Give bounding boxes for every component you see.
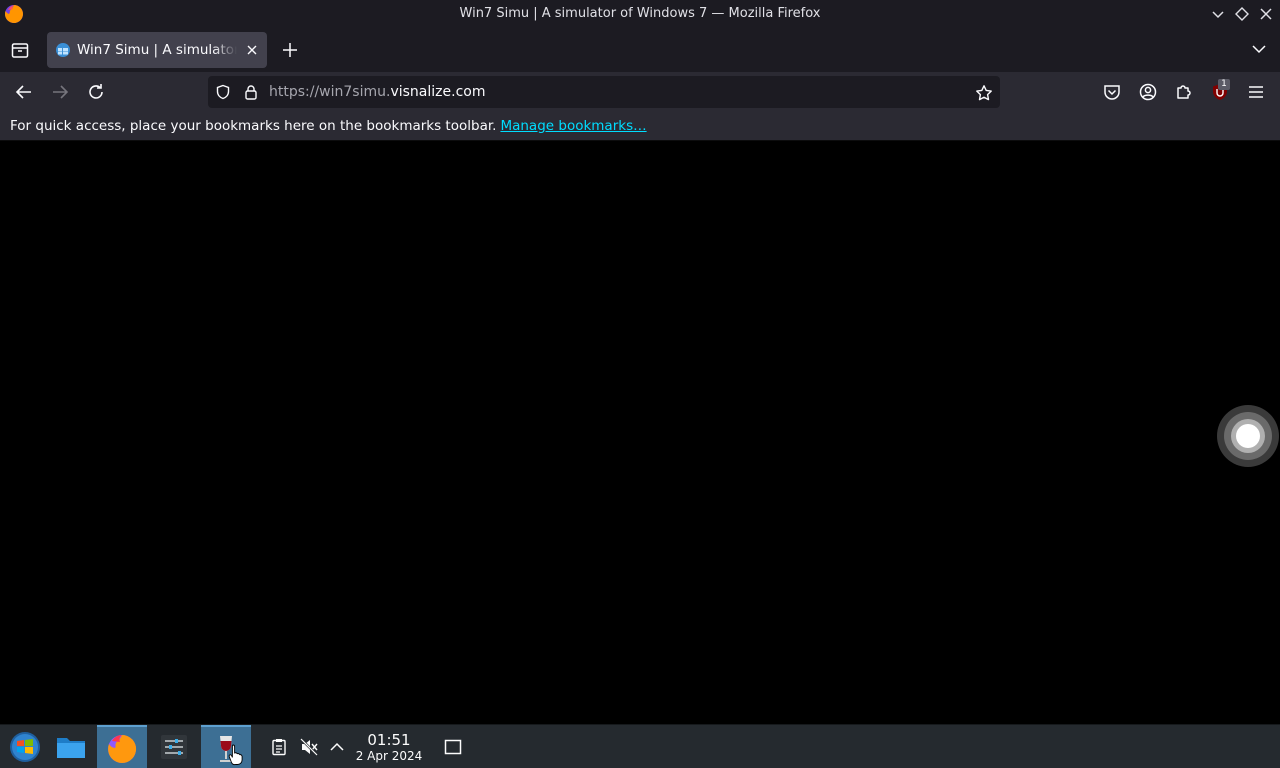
taskbar-file-manager[interactable] [46,725,96,768]
taskbar-firefox[interactable] [97,725,147,768]
account-icon[interactable] [1138,82,1158,102]
windows-orb-icon [10,732,40,762]
url-scheme-prefix: https://win7simu. [269,84,391,100]
loading-spinner-icon [1217,405,1279,467]
folder-icon [57,738,85,758]
address-bar[interactable]: https://win7simu.visnalize.com [208,76,1000,108]
navigation-toolbar: https://win7simu.visnalize.com [0,72,1280,112]
maximize-icon[interactable] [1233,5,1251,23]
tab-title: Win7 Simu | A simulator of Windows 7 [77,42,237,58]
list-all-tabs-icon[interactable] [1250,40,1268,58]
tab-win7simu[interactable]: Win7 Simu | A simulator of Windows 7 [47,32,267,68]
back-arrow-icon[interactable] [14,82,34,102]
clock-time: 01:51 [367,731,411,749]
sliders-icon [161,735,187,759]
bookmark-star-icon[interactable] [975,84,993,102]
hamburger-menu-icon[interactable] [1246,82,1266,102]
url-domain: visnalize.com [390,84,486,100]
lock-icon[interactable] [243,84,259,100]
minimize-icon[interactable] [1209,5,1227,23]
volume-muted-icon[interactable] [299,737,319,757]
start-menu-button[interactable] [0,725,50,768]
reload-icon[interactable] [86,82,106,102]
bookmarks-hint-text: For quick access, place your bookmarks h… [10,118,497,134]
window-title: Win7 Simu | A simulator of Windows 7 — M… [459,6,821,21]
url-text[interactable]: https://win7simu.visnalize.com [269,84,485,100]
mouse-cursor-icon [228,744,243,766]
show-desktop-icon[interactable] [444,738,462,756]
bookmarks-toolbar: For quick access, place your bookmarks h… [0,112,1280,141]
page-content[interactable] [0,142,1280,724]
tab-strip: Win7 Simu | A simulator of Windows 7 [0,28,1280,72]
close-window-icon[interactable] [1257,5,1275,23]
clipboard-icon[interactable] [269,737,289,757]
close-tab-icon[interactable] [245,43,259,57]
taskbar-settings[interactable] [149,725,199,768]
firefox-icon [108,734,137,763]
window-titlebar[interactable]: Win7 Simu | A simulator of Windows 7 — M… [0,0,1280,28]
new-tab-icon[interactable] [280,40,300,60]
bookmarks-toolbar-message: For quick access, place your bookmarks h… [10,118,647,134]
system-tray-expand-icon[interactable] [327,737,347,757]
firefox-view-icon[interactable] [10,40,30,60]
taskbar-clock[interactable]: 01:51 2 Apr 2024 [354,731,424,764]
forward-arrow-icon[interactable] [50,82,70,102]
extensions-puzzle-icon[interactable] [1174,82,1194,102]
manage-bookmarks-link[interactable]: Manage bookmarks… [500,118,646,134]
extension-badge: 1 [1218,79,1230,90]
tracking-protection-shield-icon[interactable] [215,84,231,100]
taskbar: 01:51 2 Apr 2024 [0,724,1280,768]
pocket-icon[interactable] [1102,82,1122,102]
clock-date: 2 Apr 2024 [355,749,423,763]
win7simu-favicon-icon [56,43,70,57]
